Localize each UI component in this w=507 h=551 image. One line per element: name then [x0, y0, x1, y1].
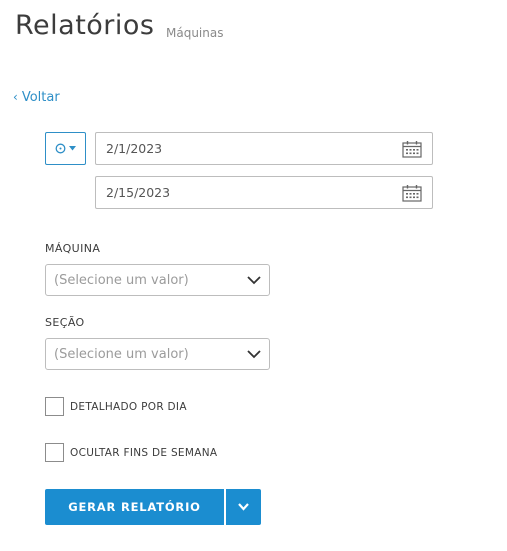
chevron-left-icon: ‹: [13, 90, 18, 104]
section-select-placeholder: (Selecione um valor): [54, 346, 189, 362]
machine-select-placeholder: (Selecione um valor): [54, 272, 189, 288]
calendar-icon[interactable]: [402, 140, 422, 158]
section-label: SEÇÃO: [45, 316, 85, 329]
clock-icon: [55, 143, 66, 154]
page-subtitle: Máquinas: [166, 26, 224, 40]
machine-label: MÁQUINA: [45, 242, 101, 255]
caret-down-icon: [69, 146, 76, 151]
end-date-input[interactable]: 2/15/2023: [95, 176, 433, 209]
page-title: Relatórios: [15, 10, 155, 41]
start-date-value: 2/1/2023: [106, 141, 163, 156]
hide-weekends-option[interactable]: OCULTAR FINS DE SEMANA: [45, 443, 217, 462]
chevron-down-icon: [247, 275, 261, 284]
start-date-input[interactable]: 2/1/2023: [95, 132, 433, 165]
machine-select[interactable]: (Selecione um valor): [45, 264, 270, 296]
detailed-by-day-label: DETALHADO POR DIA: [70, 400, 187, 413]
hide-weekends-checkbox[interactable]: [45, 443, 64, 462]
chevron-down-icon: [238, 503, 249, 511]
date-range-mode-button[interactable]: [45, 132, 86, 165]
generate-report-button[interactable]: GERAR RELATÓRIO: [45, 489, 224, 525]
detailed-by-day-option[interactable]: DETALHADO POR DIA: [45, 397, 187, 416]
chevron-down-icon: [247, 349, 261, 358]
back-label: Voltar: [21, 90, 60, 105]
calendar-icon[interactable]: [402, 184, 422, 202]
detailed-by-day-checkbox[interactable]: [45, 397, 64, 416]
end-date-value: 2/15/2023: [106, 185, 171, 200]
generate-report-dropdown-button[interactable]: [226, 489, 261, 525]
back-link[interactable]: ‹ Voltar: [13, 90, 60, 105]
section-select[interactable]: (Selecione um valor): [45, 338, 270, 370]
hide-weekends-label: OCULTAR FINS DE SEMANA: [70, 446, 218, 459]
